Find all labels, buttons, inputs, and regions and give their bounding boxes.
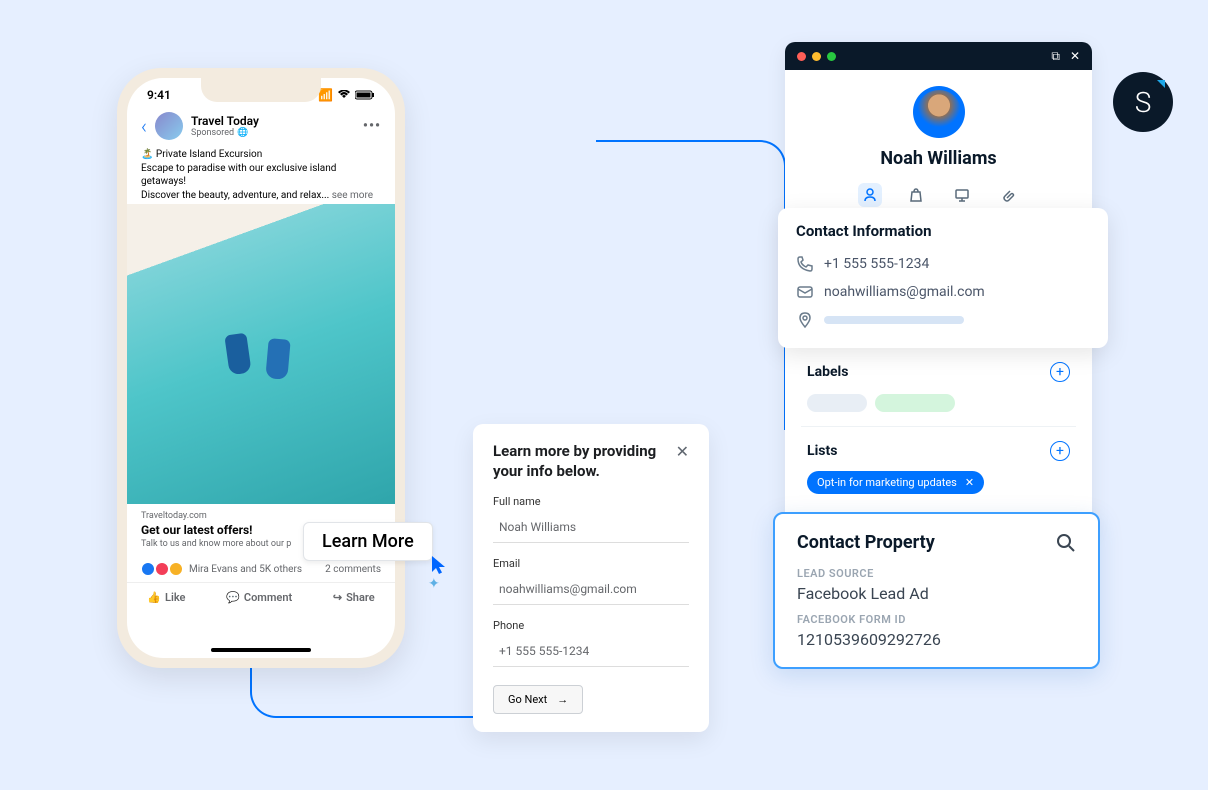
cursor-icon: [430, 554, 448, 576]
form-id-value: 1210539609292726: [797, 630, 1076, 649]
go-next-button[interactable]: Go Next →: [493, 685, 583, 714]
phone-mockup: 9:41 📶 ‹ Travel Today Sponsored 🌐: [117, 68, 405, 668]
actions-bar: 👍Like 💬Comment ↪Share: [127, 583, 395, 612]
wifi-icon: [337, 90, 351, 100]
boat-graphic: [265, 338, 290, 380]
comment-icon: 💬: [226, 591, 240, 604]
click-burst-icon: ✦: [428, 576, 440, 592]
phone-icon: [796, 255, 814, 273]
mail-icon: [796, 283, 814, 301]
contact-info-title: Contact Information: [796, 222, 1090, 240]
like-reaction-icon: [141, 562, 155, 576]
post-meta[interactable]: Travel Today Sponsored 🌐: [191, 114, 355, 138]
phone-notch: [201, 78, 321, 102]
email-label: Email: [493, 557, 689, 570]
learn-more-button[interactable]: Learn More: [303, 522, 433, 561]
reactions-text: Mira Evans and 5K others: [189, 564, 302, 575]
contact-info-card: Contact Information +1 555 555-1234 noah…: [778, 208, 1108, 348]
email-value: noahwilliams@gmail.com: [824, 284, 985, 300]
battery-icon: [355, 90, 375, 100]
traffic-lights: [797, 52, 836, 61]
care-reaction-icon: [169, 562, 183, 576]
phone-value: +1 555 555-1234: [824, 256, 929, 272]
link-domain: Traveltoday.com: [141, 511, 381, 521]
location-icon: [796, 311, 814, 329]
phone-row: +1 555 555-1234: [796, 250, 1090, 278]
location-row: [796, 306, 1090, 334]
add-label-button[interactable]: +: [1050, 362, 1070, 382]
tab-shopping[interactable]: [904, 183, 928, 207]
phone-input[interactable]: [493, 636, 689, 667]
property-title: Contact Property: [797, 532, 935, 553]
lead-source-value: Facebook Lead Ad: [797, 584, 1076, 603]
tab-profile[interactable]: [858, 183, 882, 207]
full-name-label: Full name: [493, 495, 689, 508]
minimize-window-icon[interactable]: [812, 52, 821, 61]
lead-form: Learn more by providing your info below.…: [473, 424, 709, 732]
home-indicator: [211, 648, 311, 652]
lead-source-label: LEAD SOURCE: [797, 567, 1076, 580]
contact-avatar[interactable]: [913, 86, 965, 138]
lead-form-title: Learn more by providing your info below.: [493, 442, 676, 481]
boat-graphic: [224, 333, 251, 376]
comments-count[interactable]: 2 comments: [325, 564, 381, 575]
add-list-button[interactable]: +: [1050, 441, 1070, 461]
full-name-input[interactable]: [493, 512, 689, 543]
more-icon[interactable]: •••: [363, 118, 381, 134]
see-more-link[interactable]: see more: [332, 190, 373, 201]
crm-titlebar: ⧉ ✕: [785, 42, 1092, 70]
reaction-icons[interactable]: Mira Evans and 5K others: [141, 562, 302, 576]
phone-label: Phone: [493, 619, 689, 632]
close-icon[interactable]: ✕: [1070, 49, 1080, 64]
page-avatar[interactable]: [155, 112, 183, 140]
list-chip[interactable]: Opt-in for marketing updates ✕: [807, 471, 984, 494]
labels-title: Labels: [807, 364, 848, 380]
tab-device[interactable]: [950, 183, 974, 207]
maximize-window-icon[interactable]: [827, 52, 836, 61]
post-header: ‹ Travel Today Sponsored 🌐 •••: [127, 106, 395, 146]
like-button[interactable]: 👍Like: [147, 591, 185, 604]
connector-line: [250, 668, 490, 718]
status-time: 9:41: [147, 88, 171, 102]
location-placeholder: [824, 316, 964, 324]
lists-title: Lists: [807, 443, 837, 459]
thumb-icon: 👍: [147, 591, 161, 604]
close-window-icon[interactable]: [797, 52, 806, 61]
globe-icon: 🌐: [237, 128, 248, 138]
share-icon: ↪: [333, 591, 342, 604]
status-icons: 📶: [318, 88, 375, 102]
brand-badge: S: [1113, 72, 1173, 132]
label-chip-placeholder: [875, 394, 955, 412]
close-icon[interactable]: ✕: [676, 442, 689, 461]
email-row: noahwilliams@gmail.com: [796, 278, 1090, 306]
external-link-icon[interactable]: ⧉: [1051, 49, 1060, 64]
arrow-right-icon: →: [557, 693, 568, 706]
labels-section: Labels +: [801, 347, 1076, 426]
contact-name: Noah Williams: [785, 148, 1092, 169]
remove-chip-icon[interactable]: ✕: [965, 476, 974, 489]
tab-attachment[interactable]: [996, 183, 1020, 207]
post-text: 🏝️ Private Island Excursion Escape to pa…: [127, 146, 395, 204]
share-button[interactable]: ↪Share: [333, 591, 375, 604]
search-icon[interactable]: [1056, 533, 1076, 553]
post-image[interactable]: [127, 204, 395, 504]
connector-line: [596, 140, 786, 430]
form-id-label: FACEBOOK FORM ID: [797, 613, 1076, 626]
email-input[interactable]: [493, 574, 689, 605]
contact-property-card: Contact Property LEAD SOURCE Facebook Le…: [773, 512, 1100, 669]
phone-screen: 9:41 📶 ‹ Travel Today Sponsored 🌐: [127, 78, 395, 658]
label-chip-placeholder: [807, 394, 867, 412]
back-icon[interactable]: ‹: [141, 114, 147, 138]
comment-button[interactable]: 💬Comment: [226, 591, 292, 604]
love-reaction-icon: [155, 562, 169, 576]
sponsored-label: Sponsored 🌐: [191, 128, 355, 138]
page-name: Travel Today: [191, 114, 355, 128]
